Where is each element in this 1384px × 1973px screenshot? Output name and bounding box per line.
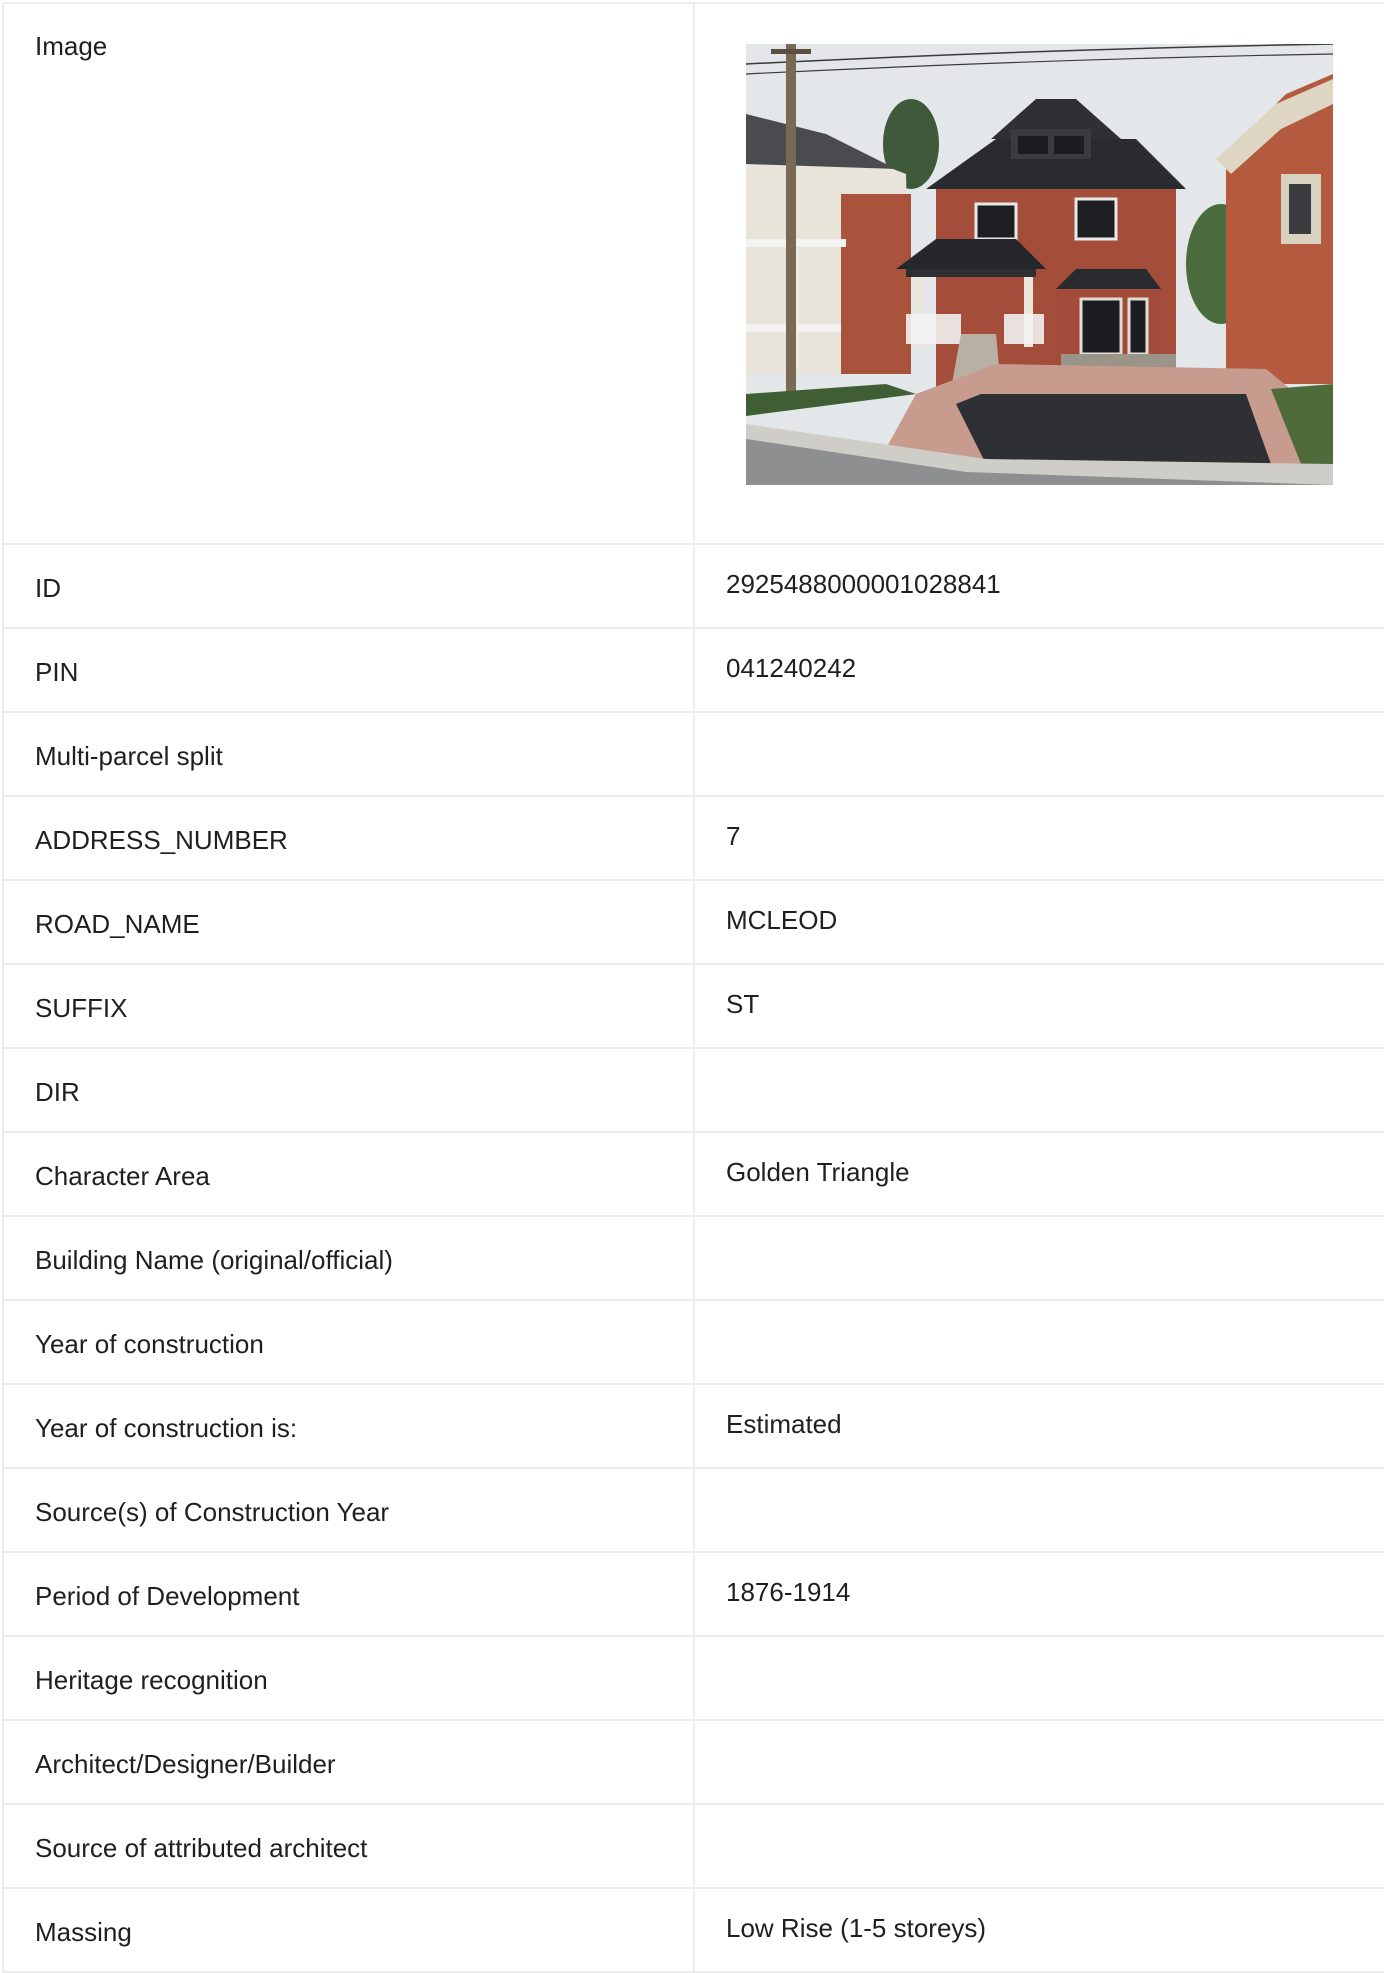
- table-row: Character Area Golden Triangle: [2, 1131, 1384, 1217]
- row-value: [695, 1637, 1384, 1661]
- value-cell: [693, 1215, 1384, 1301]
- row-value: 041240242: [726, 653, 857, 683]
- key-cell: ADDRESS_NUMBER: [2, 795, 695, 881]
- key-cell: Building Name (original/official): [2, 1215, 695, 1301]
- row-label: Character Area: [35, 1161, 210, 1191]
- table-row: ROAD_NAME MCLEOD: [2, 879, 1384, 965]
- key-cell: Multi-parcel split: [2, 711, 695, 797]
- row-label: Source of attributed architect: [35, 1833, 368, 1863]
- key-cell: Character Area: [2, 1131, 695, 1217]
- row-value: [695, 713, 1384, 737]
- key-cell: ID: [2, 543, 695, 629]
- row-label: ADDRESS_NUMBER: [35, 825, 288, 855]
- value-cell: 7: [693, 795, 1384, 881]
- value-cell: [693, 1803, 1384, 1889]
- value-cell: [693, 711, 1384, 797]
- key-cell: Architect/Designer/Builder: [2, 1719, 695, 1805]
- table-row: ID 2925488000001028841: [2, 543, 1384, 629]
- table-row: Source of attributed architect: [2, 1803, 1384, 1889]
- key-cell: Heritage recognition: [2, 1635, 695, 1721]
- row-value: 7: [726, 821, 741, 851]
- row-value: Estimated: [726, 1409, 842, 1439]
- row-label: Architect/Designer/Builder: [35, 1749, 336, 1779]
- value-cell: [693, 1719, 1384, 1805]
- row-label: Multi-parcel split: [35, 741, 223, 771]
- value-cell: 2925488000001028841: [693, 543, 1384, 629]
- row-value: MCLEOD: [726, 905, 838, 935]
- row-label: DIR: [35, 1077, 80, 1107]
- row-label: Source(s) of Construction Year: [35, 1497, 390, 1527]
- table-row: ADDRESS_NUMBER 7: [2, 795, 1384, 881]
- key-cell: Year of construction: [2, 1299, 695, 1385]
- row-label: Year of construction: [35, 1329, 264, 1359]
- value-cell: Golden Triangle: [693, 1131, 1384, 1217]
- row-value: [695, 1301, 1384, 1325]
- row-label: PIN: [35, 657, 79, 687]
- house-image-icon: [746, 44, 1333, 485]
- value-cell: [693, 1047, 1384, 1133]
- key-cell: PIN: [2, 627, 695, 713]
- row-value: [695, 1805, 1384, 1829]
- value-cell: 1876-1914: [693, 1551, 1384, 1637]
- value-cell: [693, 2, 1384, 545]
- row-label: Building Name (original/official): [35, 1245, 393, 1275]
- table-row: SUFFIX ST: [2, 963, 1384, 1049]
- key-cell: DIR: [2, 1047, 695, 1133]
- key-cell: Massing: [2, 1887, 695, 1973]
- key-cell: Image: [2, 2, 695, 545]
- row-label: Massing: [35, 1917, 132, 1947]
- row-label: ROAD_NAME: [35, 909, 200, 939]
- row-value: Low Rise (1-5 storeys): [726, 1913, 987, 1943]
- row-value: [695, 1049, 1384, 1073]
- table-row: Year of construction: [2, 1299, 1384, 1385]
- key-cell: Source(s) of Construction Year: [2, 1467, 695, 1553]
- value-cell: [693, 1299, 1384, 1385]
- row-label: ID: [35, 573, 61, 603]
- table-row: Architect/Designer/Builder: [2, 1719, 1384, 1805]
- value-cell: Estimated: [693, 1383, 1384, 1469]
- row-value: 1876-1914: [726, 1577, 851, 1607]
- value-cell: [693, 1635, 1384, 1721]
- value-cell: Low Rise (1-5 storeys): [693, 1887, 1384, 1973]
- row-label: SUFFIX: [35, 993, 128, 1023]
- key-cell: SUFFIX: [2, 963, 695, 1049]
- table-row: Year of construction is: Estimated: [2, 1383, 1384, 1469]
- table-row: Massing Low Rise (1-5 storeys): [2, 1887, 1384, 1973]
- value-cell: 041240242: [693, 627, 1384, 713]
- table-row: Source(s) of Construction Year: [2, 1467, 1384, 1553]
- building-photo[interactable]: [746, 44, 1333, 485]
- table-row: PIN 041240242: [2, 627, 1384, 713]
- row-value: [695, 1217, 1384, 1241]
- key-cell: Period of Development: [2, 1551, 695, 1637]
- value-cell: MCLEOD: [693, 879, 1384, 965]
- row-value: 2925488000001028841: [726, 569, 1001, 599]
- row-label: Year of construction is:: [35, 1413, 298, 1443]
- table-row: Multi-parcel split: [2, 711, 1384, 797]
- table-row: Heritage recognition: [2, 1635, 1384, 1721]
- table-row-image: Image: [2, 2, 1384, 545]
- value-cell: [693, 1467, 1384, 1553]
- value-cell: ST: [693, 963, 1384, 1049]
- key-cell: Source of attributed architect: [2, 1803, 695, 1889]
- key-cell: ROAD_NAME: [2, 879, 695, 965]
- row-label: Period of Development: [35, 1581, 300, 1611]
- table-row: Building Name (original/official): [2, 1215, 1384, 1301]
- row-label: Heritage recognition: [35, 1665, 268, 1695]
- row-label: Image: [35, 31, 108, 61]
- table-row: DIR: [2, 1047, 1384, 1133]
- key-cell: Year of construction is:: [2, 1383, 695, 1469]
- row-value: [695, 1469, 1384, 1493]
- attribute-table-container: Image ID 2925488000001028841 PIN 0412402…: [2, 2, 1384, 1973]
- row-value: Golden Triangle: [726, 1157, 910, 1187]
- row-value: ST: [726, 989, 760, 1019]
- row-value: [695, 1721, 1384, 1745]
- attribute-table: Image ID 2925488000001028841 PIN 0412402…: [2, 2, 1384, 1973]
- table-row: Period of Development 1876-1914: [2, 1551, 1384, 1637]
